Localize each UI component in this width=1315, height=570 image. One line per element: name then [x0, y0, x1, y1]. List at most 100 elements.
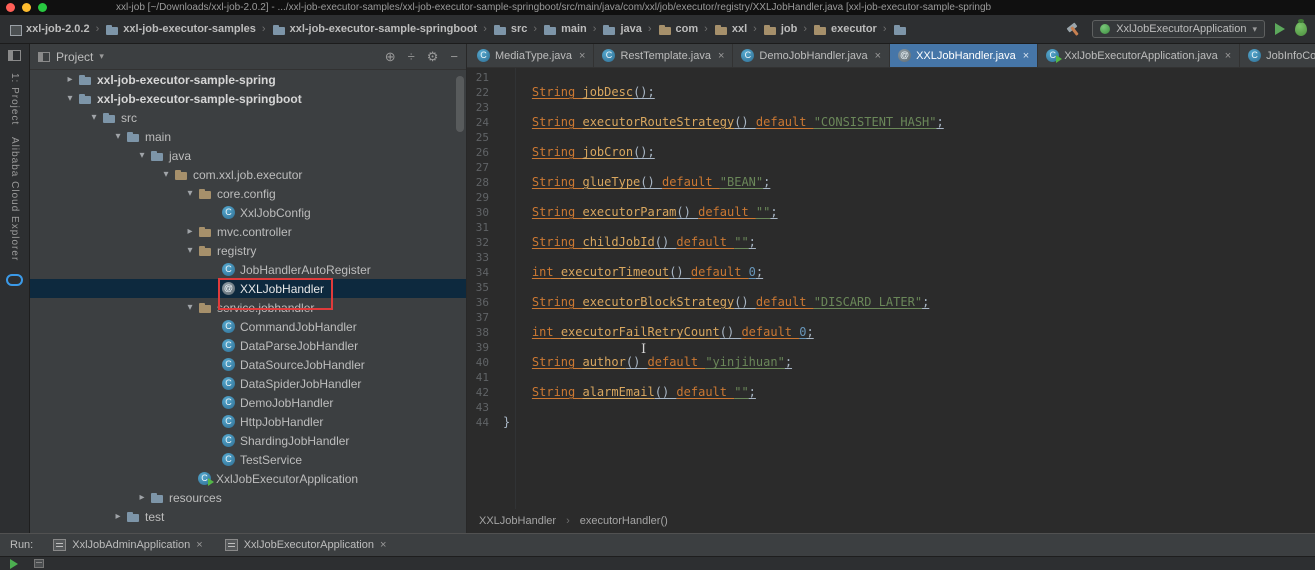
tree-item[interactable]: ▸ test: [30, 507, 466, 526]
close-icon[interactable]: ×: [579, 50, 585, 62]
tree-item[interactable]: ▸ resources: [30, 488, 466, 507]
tree-item[interactable]: CommandJobHandler: [30, 317, 466, 336]
editor-tab[interactable]: XxlJobExecutorApplication.java ×: [1038, 44, 1241, 67]
code-line[interactable]: 22 String jobDesc();: [467, 85, 1315, 100]
tree-item[interactable]: DemoJobHandler: [30, 393, 466, 412]
code-text[interactable]: }: [503, 415, 510, 430]
code-editor[interactable]: 21 22 String jobDesc(); 23 24 String execut…: [467, 68, 1315, 509]
breadcrumb-item[interactable]: executor: [811, 23, 879, 36]
chevron-down-icon[interactable]: ▾: [99, 51, 104, 62]
breadcrumb-item[interactable]: src: [491, 23, 530, 36]
run-tab[interactable]: XxlJobExecutorApplication ×: [219, 534, 393, 556]
rerun-icon[interactable]: [10, 558, 18, 569]
tree-item[interactable]: ▾ main: [30, 127, 466, 146]
tree-item[interactable]: HttpJobHandler: [30, 412, 466, 431]
code-text[interactable]: String executorParam() default "";: [503, 205, 778, 220]
code-line[interactable]: 28 String glueType() default "BEAN";: [467, 175, 1315, 190]
breadcrumb-item[interactable]: java: [600, 23, 643, 36]
tree-item[interactable]: XxlJobExecutorApplication: [30, 469, 466, 488]
code-line[interactable]: 33: [467, 250, 1315, 265]
console-grid-icon[interactable]: [34, 559, 44, 568]
breadcrumb-item[interactable]: main: [541, 23, 589, 36]
editor-tab[interactable]: XXLJobHandler.java ×: [890, 44, 1039, 67]
close-icon[interactable]: ×: [380, 539, 386, 551]
close-icon[interactable]: ×: [196, 539, 202, 551]
chevron-down-icon[interactable]: ▾: [134, 150, 150, 161]
zoom-window-button[interactable]: [38, 3, 47, 12]
alibaba-cloud-icon[interactable]: [6, 273, 23, 286]
code-line[interactable]: 30 String executorParam() default "";: [467, 205, 1315, 220]
chevron-down-icon[interactable]: ▾: [86, 112, 102, 123]
tree-item[interactable]: ▾ java: [30, 146, 466, 165]
chevron-down-icon[interactable]: ▾: [62, 93, 78, 104]
chevron-right-icon[interactable]: ▸: [182, 226, 198, 237]
tool-window-icon[interactable]: [8, 50, 21, 61]
code-text[interactable]: String jobDesc();: [503, 85, 655, 100]
run-button[interactable]: [1275, 23, 1285, 35]
code-line[interactable]: 41: [467, 370, 1315, 385]
tree-item[interactable]: ▸ xxl-job-executor-sample-spring: [30, 70, 466, 89]
breadcrumb-item[interactable]: com: [656, 23, 701, 36]
code-text[interactable]: int executorTimeout() default 0;: [503, 265, 763, 280]
code-text[interactable]: String alarmEmail() default "";: [503, 385, 756, 400]
code-line[interactable]: 42 String alarmEmail() default "";: [467, 385, 1315, 400]
chevron-right-icon[interactable]: ▸: [134, 492, 150, 503]
close-icon[interactable]: ×: [1023, 50, 1029, 62]
chevron-down-icon[interactable]: ▾: [182, 245, 198, 256]
breadcrumb-item[interactable]: [891, 23, 909, 36]
minimize-window-button[interactable]: [22, 3, 31, 12]
close-icon[interactable]: ×: [718, 50, 724, 62]
project-panel-title[interactable]: Project: [56, 50, 93, 64]
code-text[interactable]: int executorFailRetryCount() default 0;: [503, 325, 814, 340]
close-icon[interactable]: ×: [1225, 50, 1231, 62]
code-line[interactable]: 29: [467, 190, 1315, 205]
tree-item[interactable]: DataSpiderJobHandler: [30, 374, 466, 393]
breadcrumb-item[interactable]: xxl: [712, 23, 749, 36]
code-line[interactable]: 37: [467, 310, 1315, 325]
tree-item[interactable]: ▾ com.xxl.job.executor: [30, 165, 466, 184]
code-line[interactable]: 36 String executorBlockStrategy() defaul…: [467, 295, 1315, 310]
code-line[interactable]: 34 int executorTimeout() default 0;: [467, 265, 1315, 280]
tree-item[interactable]: ▾ registry: [30, 241, 466, 260]
code-line[interactable]: 25: [467, 130, 1315, 145]
tree-item[interactable]: ▾ src: [30, 108, 466, 127]
editor-tab[interactable]: MediaType.java ×: [469, 44, 595, 67]
code-line[interactable]: 26 String jobCron();: [467, 145, 1315, 160]
breadcrumb-item[interactable]: xxl-job-executor-sample-springboot: [270, 23, 480, 36]
editor-breadcrumb-item[interactable]: XXLJobHandler: [479, 515, 556, 527]
code-line[interactable]: 44}: [467, 415, 1315, 430]
code-text[interactable]: String childJobId() default "";: [503, 235, 756, 250]
tree-item[interactable]: ShardingJobHandler: [30, 431, 466, 450]
code-line[interactable]: 35: [467, 280, 1315, 295]
tree-item[interactable]: ▾ xxl-job-executor-sample-springboot: [30, 89, 466, 108]
breadcrumb-item[interactable]: xxl-job-2.0.2: [8, 23, 92, 36]
chevron-down-icon[interactable]: ▾: [182, 302, 198, 313]
code-line[interactable]: 39: [467, 340, 1315, 355]
chevron-right-icon[interactable]: ▸: [62, 74, 78, 85]
tree-item[interactable]: TestService: [30, 450, 466, 469]
tree-item[interactable]: XxlJobConfig: [30, 203, 466, 222]
breadcrumb-item[interactable]: job: [761, 23, 800, 36]
settings-gear-icon[interactable]: ⚙: [427, 49, 439, 65]
locate-file-icon[interactable]: ⊕: [385, 49, 396, 65]
run-configuration-select[interactable]: XxlJobExecutorApplication ▾: [1092, 20, 1265, 38]
code-text[interactable]: String executorRouteStrategy() default "…: [503, 115, 944, 130]
code-line[interactable]: 31: [467, 220, 1315, 235]
chevron-down-icon[interactable]: ▾: [158, 169, 174, 180]
editor-tab[interactable]: RestTemplate.java ×: [594, 44, 734, 67]
code-text[interactable]: String jobCron();: [503, 145, 655, 160]
tree-item[interactable]: ▾ core.config: [30, 184, 466, 203]
code-line[interactable]: 23: [467, 100, 1315, 115]
scrollbar-thumb[interactable]: [456, 76, 464, 132]
tree-item[interactable]: ▸ mvc.controller: [30, 222, 466, 241]
tree-item[interactable]: XXLJobHandler: [30, 277, 466, 310]
close-window-button[interactable]: [6, 3, 15, 12]
hide-panel-icon[interactable]: −: [450, 49, 458, 65]
collapse-all-icon[interactable]: ÷: [408, 49, 415, 65]
editor-tab[interactable]: JobInfoCo×: [1240, 44, 1315, 67]
tree-item[interactable]: DataSourceJobHandler: [30, 355, 466, 374]
close-icon[interactable]: ×: [875, 50, 881, 62]
code-text[interactable]: String glueType() default "BEAN";: [503, 175, 770, 190]
editor-tab[interactable]: DemoJobHandler.java ×: [733, 44, 891, 67]
editor-breadcrumb-item[interactable]: executorHandler(): [580, 515, 668, 527]
